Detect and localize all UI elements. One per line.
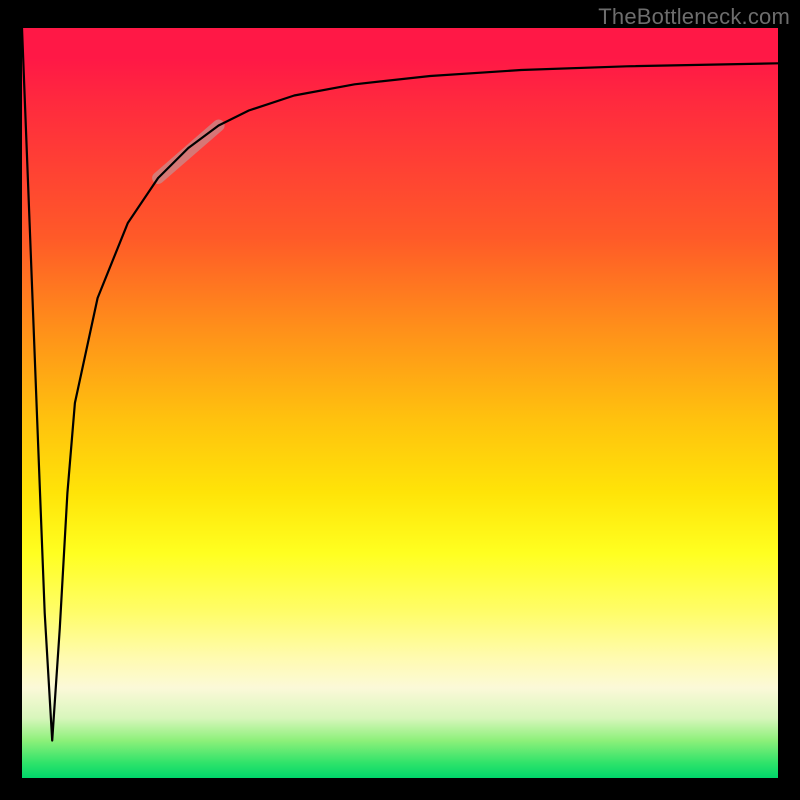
watermark-text: TheBottleneck.com (598, 4, 790, 30)
chart-stage: TheBottleneck.com (0, 0, 800, 800)
curve-main (22, 28, 778, 741)
plot-area (22, 28, 778, 778)
curve-svg (22, 28, 778, 778)
